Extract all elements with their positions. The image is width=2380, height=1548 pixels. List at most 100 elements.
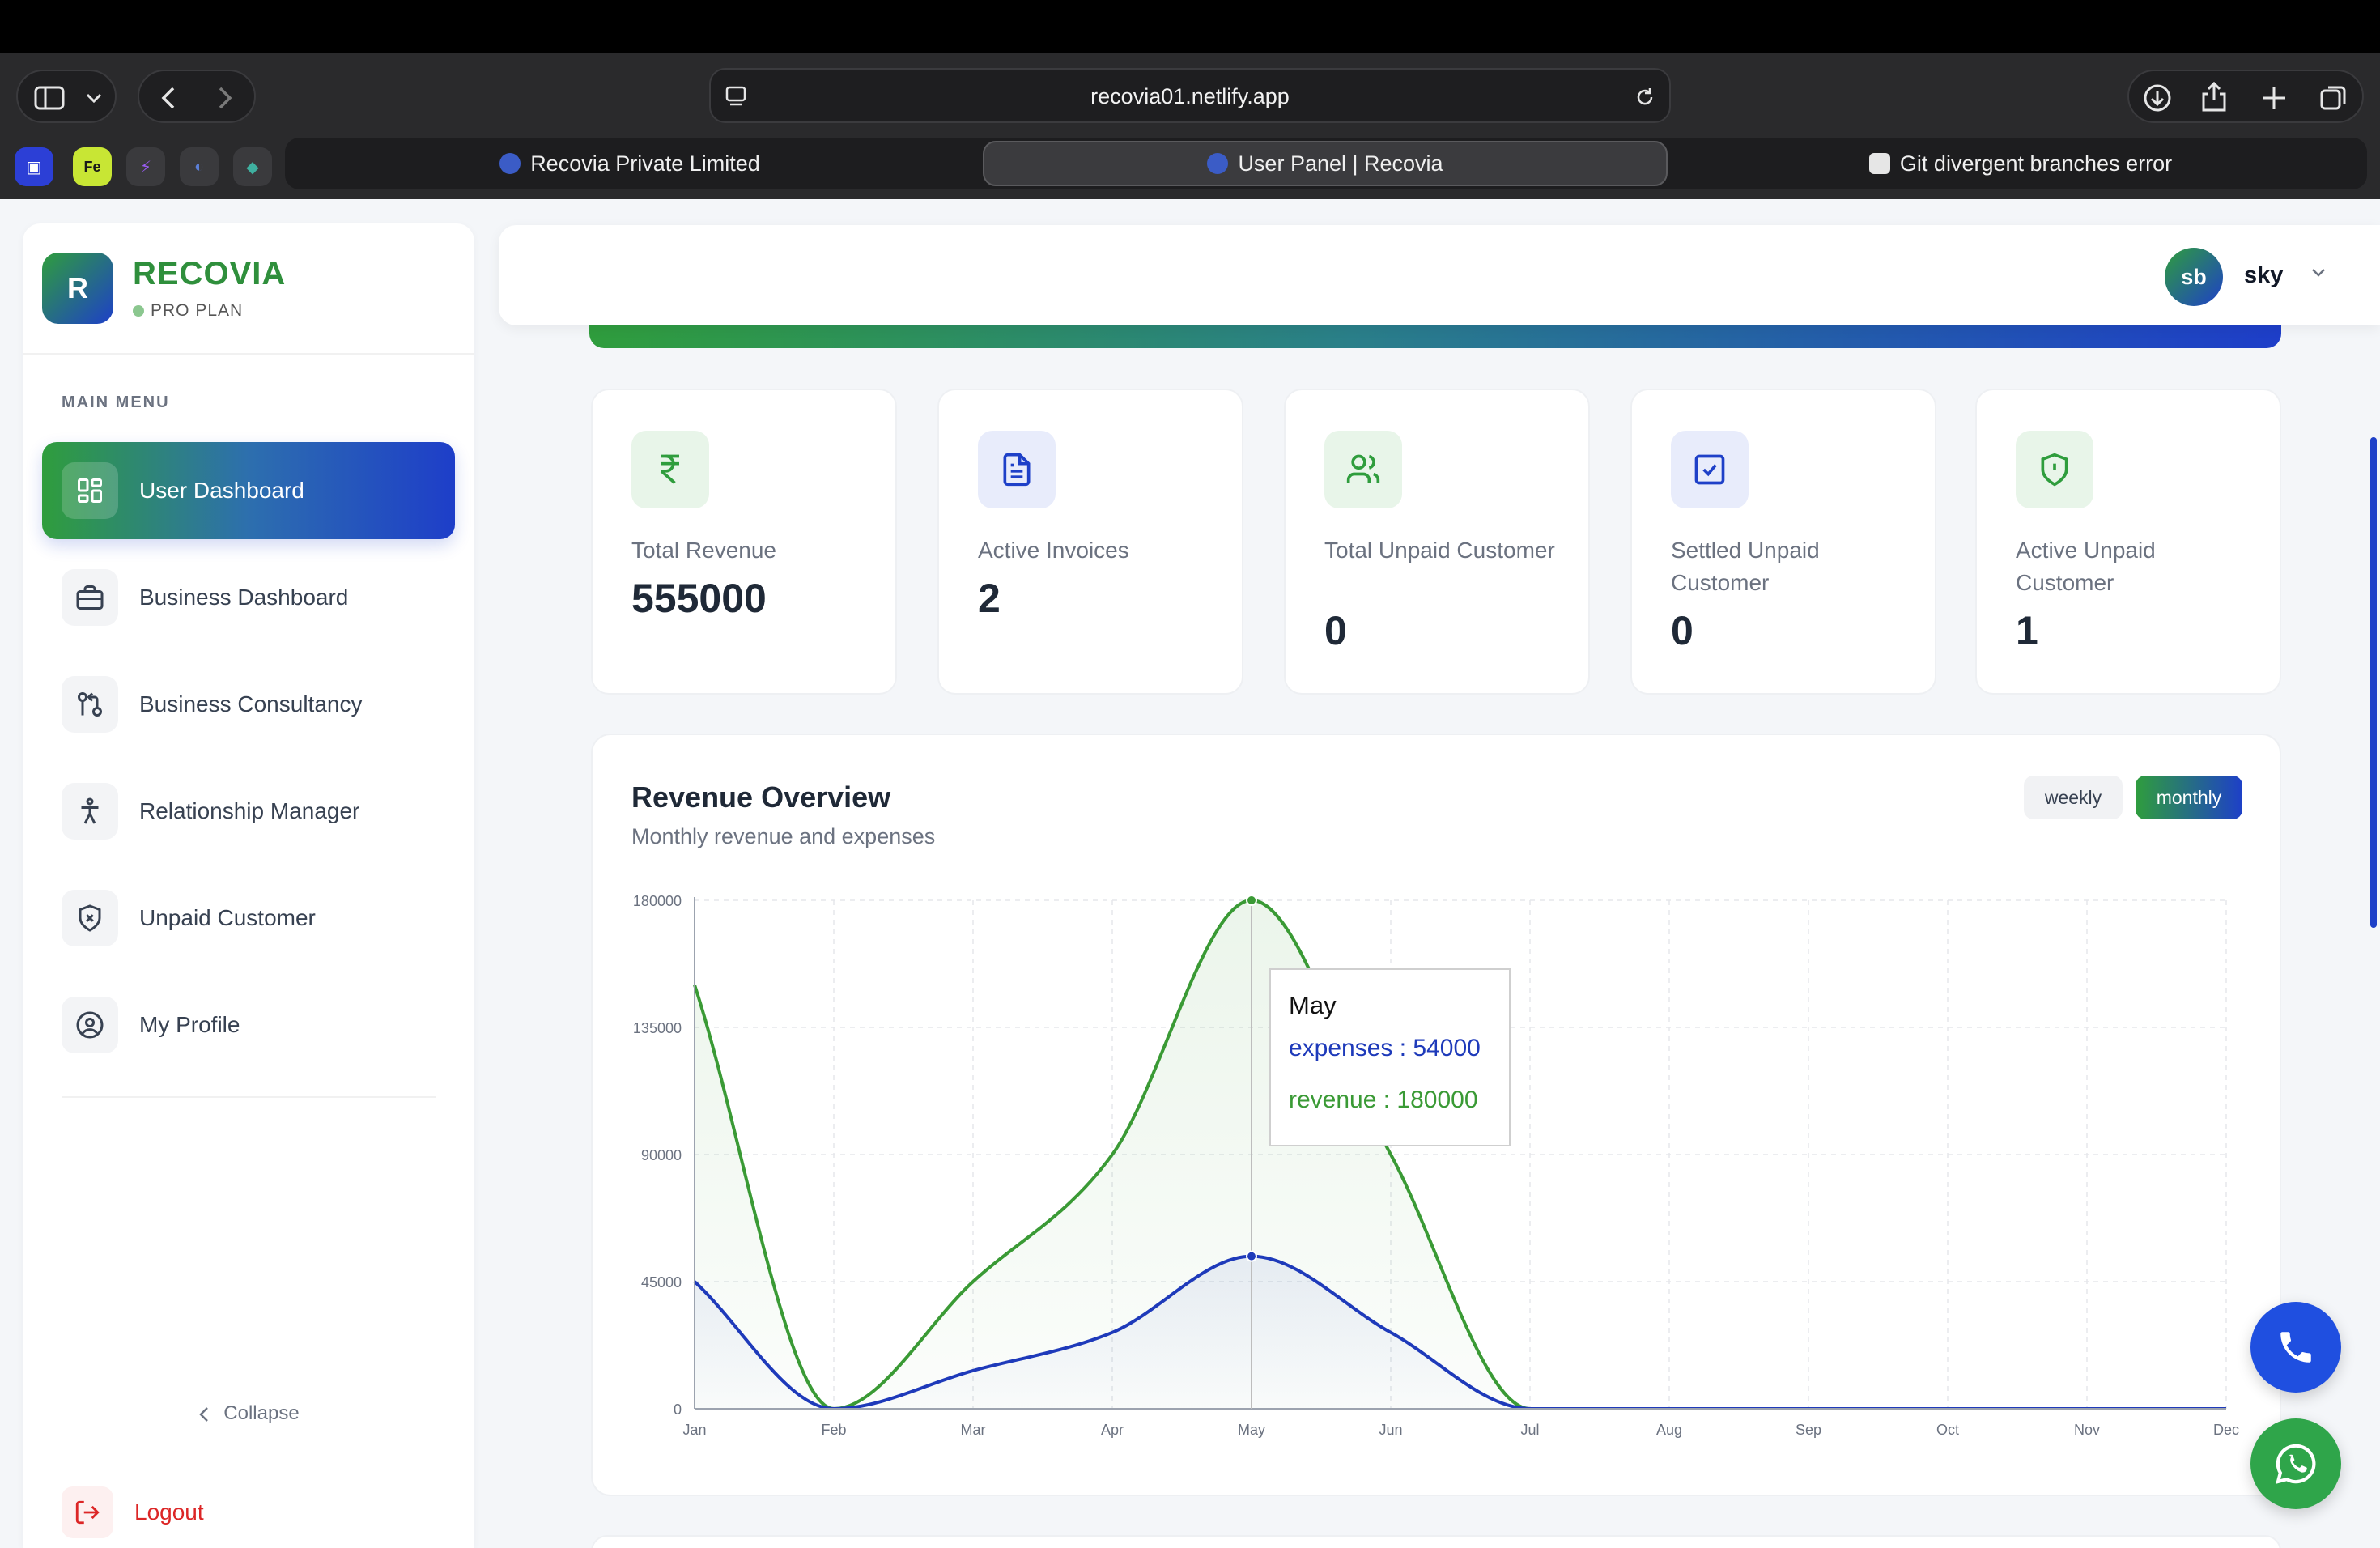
stat-card-total-unpaid: Total Unpaid Customer 0 [1284,389,1590,695]
rupee-icon [631,431,709,508]
tab-user-panel[interactable]: User Panel | Recovia [983,141,1668,186]
extension-app-icon[interactable]: ▣ [15,147,53,186]
collapse-button[interactable]: Collapse [23,1402,474,1425]
forward-icon[interactable] [217,86,233,110]
extension-fe-icon[interactable]: Fe [73,147,112,186]
sidebar-item-label: Unpaid Customer [139,905,316,930]
logo: R [42,253,113,324]
stat-value: 2 [978,576,1001,621]
sidebar-item-unpaid-customer[interactable]: Unpaid Customer [42,870,455,967]
url-text: recovia01.netlify.app [1090,84,1290,108]
logout-icon [62,1486,113,1538]
tab-git-error[interactable]: Git divergent branches error [1676,138,2365,189]
sidebar-item-business-consultancy[interactable]: Business Consultancy [42,656,455,753]
user-circle-icon [62,997,118,1053]
avatar[interactable]: sb [2165,248,2223,306]
plan-label: PRO PLAN [151,301,244,320]
plan-badge: PRO PLAN [133,301,243,321]
new-tab-icon[interactable] [2260,84,2288,112]
chevron-down-icon [86,93,102,104]
sidebar-item-label: Relationship Manager [139,798,360,823]
tab-strip: Recovia Private Limited User Panel | Rec… [285,138,2367,189]
stat-value: 1 [2016,608,2038,653]
download-icon[interactable] [2142,83,2173,113]
username[interactable]: sky [2244,262,2283,289]
back-icon[interactable] [160,86,176,110]
address-bar[interactable]: recovia01.netlify.app [709,68,1671,123]
stat-label: Settled Unpaid Customer [1671,538,1820,595]
tooltip-revenue: revenue : 180000 [1289,1087,1478,1113]
sidebar-item-label: User Dashboard [139,478,304,503]
sidebar-item-label: Business Dashboard [139,585,349,610]
document-icon [978,431,1056,508]
phone-icon [2280,1332,2311,1363]
logout-button[interactable]: Logout [62,1486,204,1538]
monthly-toggle[interactable]: monthly [2136,776,2242,819]
sidebar-item-label: My Profile [139,1012,240,1037]
nav-buttons [138,70,256,123]
globe-icon [1207,153,1229,174]
sidebar-item-relationship-manager[interactable]: Relationship Manager [42,763,455,860]
stat-label: Active Invoices [978,538,1129,563]
stat-label: Total Revenue [631,538,777,563]
globe-icon [499,153,521,174]
collapse-label: Collapse [223,1402,300,1424]
share-icon[interactable] [2200,81,2228,113]
logout-label: Logout [134,1499,204,1525]
stat-label: Active Unpaid Customer [2016,538,2156,595]
accessibility-person-icon [62,783,118,840]
stat-label: Total Unpaid Customer [1324,538,1555,563]
stat-card-total-revenue: Total Revenue 555000 [591,389,897,695]
dashboard-grid-icon [62,462,118,519]
tooltip-title: May [1289,991,1337,1019]
sidebar-item-label: Business Consultancy [139,691,363,717]
whatsapp-icon [2276,1444,2316,1484]
tab-label: Recovia Private Limited [530,151,760,176]
divider [23,353,474,355]
check-square-icon [1671,431,1749,508]
stat-card-active-invoices: Active Invoices 2 [937,389,1243,695]
chart-tooltip: May expenses : 54000 revenue : 180000 [1269,968,1511,1146]
sidebar: R RECOVIA PRO PLAN MAIN MENU User Dashbo… [23,223,474,1548]
chevron-down-icon[interactable] [2309,262,2328,282]
toolbar-right [2127,70,2364,123]
sidebar-item-user-dashboard[interactable]: User Dashboard [42,442,455,539]
tooltip-expenses: expenses : 54000 [1289,1035,1481,1061]
top-header: sb sky [499,225,2380,325]
shield-alert-icon [2016,431,2093,508]
extension-bolt-icon[interactable]: ⚡ [126,147,165,186]
shield-x-icon [62,890,118,946]
extension-diamond-icon[interactable]: ◆ [233,147,272,186]
git-compare-icon [62,676,118,733]
stat-card-active-unpaid: Active Unpaid Customer 1 [1975,389,2281,695]
reload-icon[interactable] [1634,86,1656,108]
chatgpt-icon [1868,153,1890,174]
panel-subtitle: Monthly revenue and expenses [631,824,936,848]
extension-globe-icon[interactable]: ◐ [180,147,219,186]
next-panel [591,1535,2281,1548]
stat-value: 0 [1324,608,1347,653]
whatsapp-button[interactable] [2250,1418,2341,1509]
stat-value: 0 [1671,608,1694,653]
sidebar-item-my-profile[interactable]: My Profile [42,976,455,1074]
page-scrollbar[interactable] [2370,437,2377,928]
chevron-left-icon [199,1406,209,1422]
briefcase-icon [62,569,118,626]
sidebar-icon [34,86,65,110]
sidebar-item-business-dashboard[interactable]: Business Dashboard [42,549,455,646]
system-menu-bar [0,0,2380,53]
stat-value: 555000 [631,576,767,621]
panel-title: Revenue Overview [631,780,891,814]
sidebar-toggle-button[interactable] [16,70,117,123]
weekly-toggle[interactable]: weekly [2024,776,2123,819]
status-dot-icon [133,305,144,317]
tab-overview-icon[interactable] [2318,83,2349,113]
call-button[interactable] [2250,1302,2341,1393]
tab-label: Git divergent branches error [1899,151,2173,176]
menu-heading: MAIN MENU [62,393,170,411]
brand-name: RECOVIA [133,256,287,291]
divider [62,1096,436,1098]
tab-label: User Panel | Recovia [1238,151,1443,176]
stat-card-settled-unpaid: Settled Unpaid Customer 0 [1630,389,1936,695]
tab-recovia-private[interactable]: Recovia Private Limited [285,138,975,189]
